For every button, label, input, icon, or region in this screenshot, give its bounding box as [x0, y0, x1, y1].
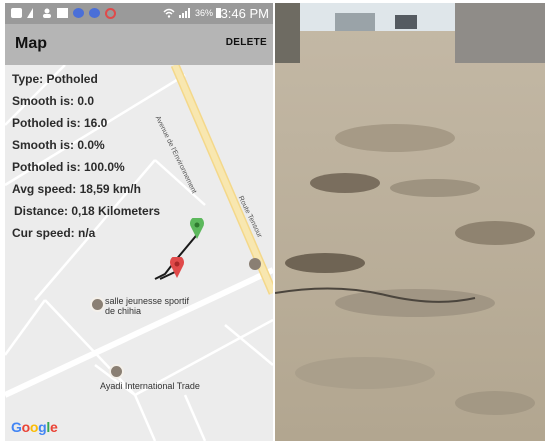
poi-icon[interactable]: [90, 297, 105, 312]
end-marker-icon[interactable]: [169, 255, 185, 284]
image-icon: [57, 8, 68, 18]
google-logo: Google: [11, 419, 58, 435]
stat-type: Type: Potholed: [12, 72, 98, 86]
stat-cur-speed: Cur speed: n/a: [12, 226, 96, 240]
app-title: Map: [15, 35, 47, 52]
message-icon: [11, 8, 22, 18]
place-icon: [249, 258, 261, 270]
poi-label-ayadi: Ayadi International Trade: [100, 381, 200, 391]
stat-potholed-percent: Potholed is: 100.0%: [12, 160, 125, 174]
person-icon: [42, 8, 53, 18]
wifi-icon: [163, 8, 175, 18]
vk-icon: [89, 8, 100, 18]
phone-screen: 36% 3:46 PM Map DELETE Type: Potholed Sm…: [5, 3, 273, 441]
stat-avg-speed: Avg speed: 18,59 km/h: [12, 182, 141, 196]
road-photo-image: [274, 3, 545, 441]
signal-icon: [27, 8, 33, 18]
status-bar: 36% 3:46 PM: [5, 3, 273, 24]
blocked-icon: [105, 8, 116, 19]
status-time: 3:46 PM: [220, 6, 269, 21]
delete-button[interactable]: DELETE: [226, 37, 267, 48]
vk-icon: [73, 8, 84, 18]
battery-percent: 36%: [195, 8, 214, 18]
map-view[interactable]: Type: Potholed Smooth is: 0.0 Potholed i…: [5, 65, 273, 441]
poi-icon[interactable]: [109, 364, 124, 379]
road-photo: [274, 3, 545, 441]
app-bar: Map DELETE: [5, 24, 273, 65]
stat-potholed: Potholed is: 16.0: [12, 116, 108, 130]
cell-signal-icon: [179, 8, 190, 18]
start-marker-icon[interactable]: [189, 216, 205, 245]
stat-smooth: Smooth is: 0.0: [12, 94, 95, 108]
stat-distance: Distance: 0,18 Kilometers: [14, 204, 161, 218]
poi-label-salle: salle jeunesse sportif de chihia: [105, 296, 190, 316]
stat-smooth-percent: Smooth is: 0.0%: [12, 138, 105, 152]
